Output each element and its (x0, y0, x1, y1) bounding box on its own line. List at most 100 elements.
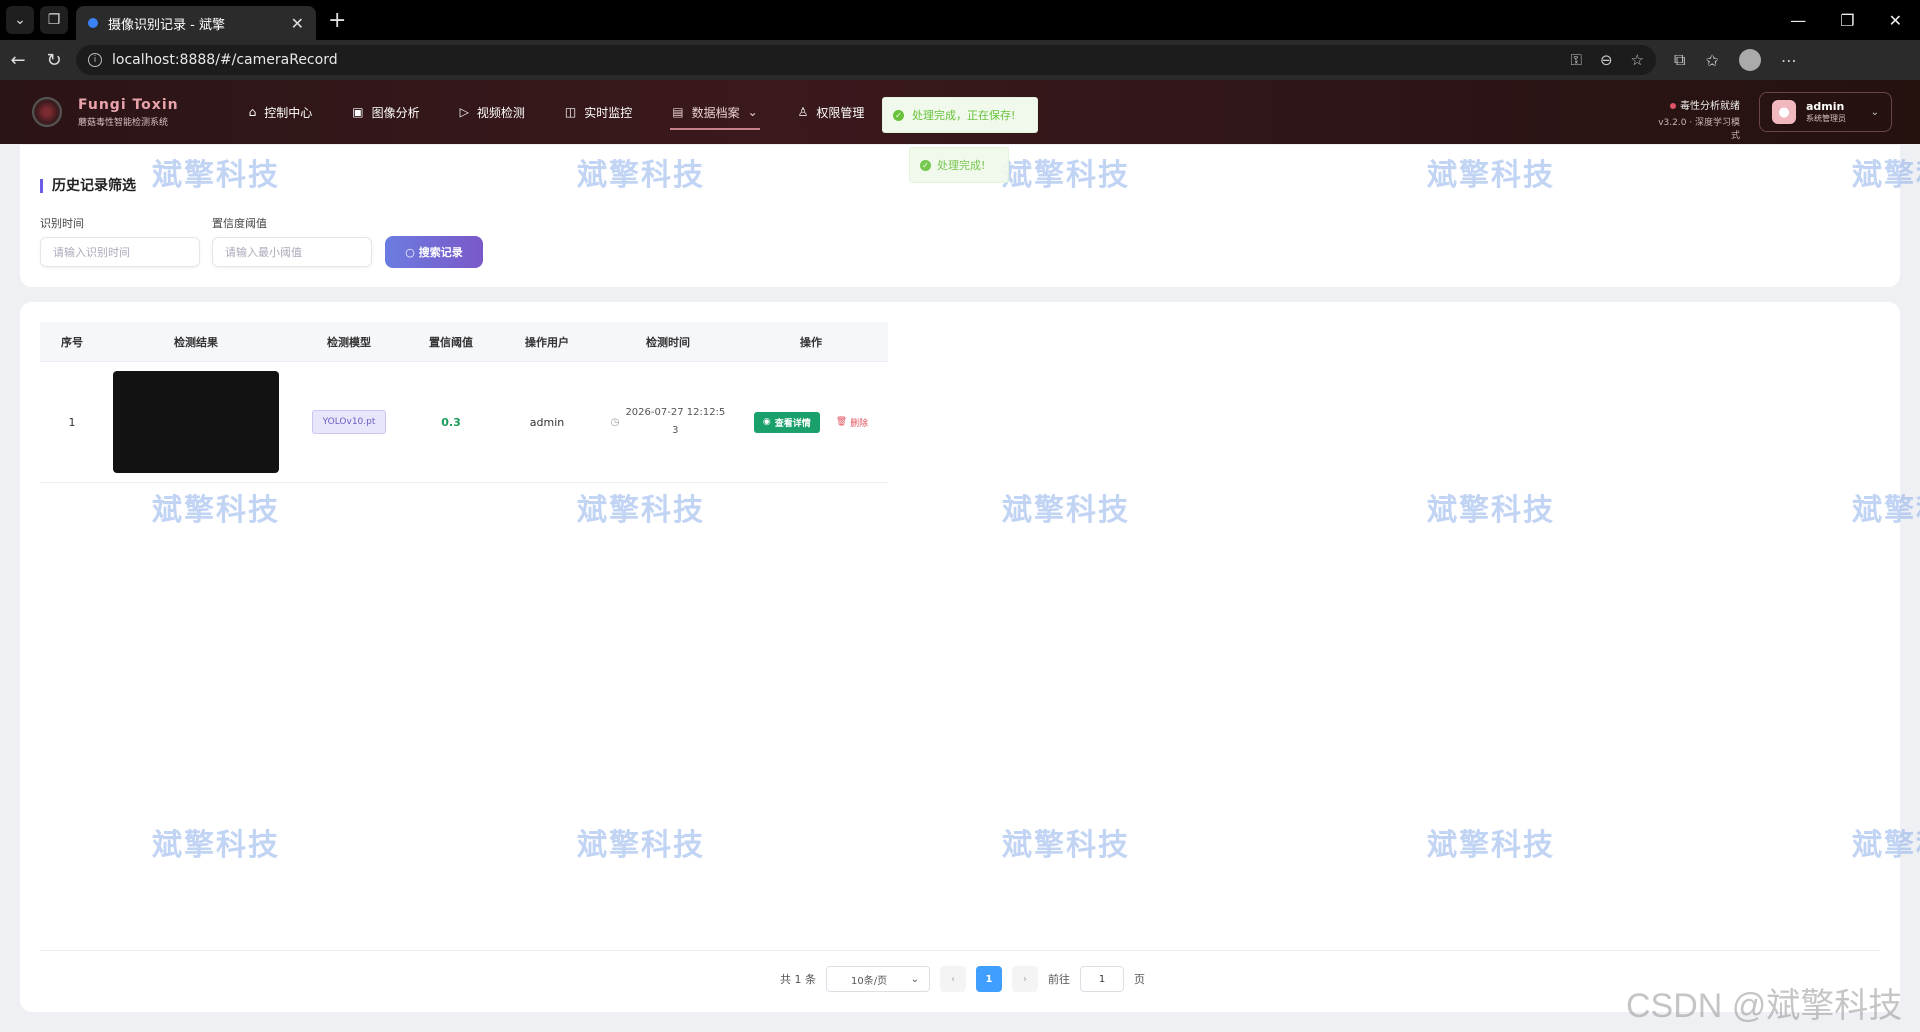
url-field[interactable]: i localhost:8888/#/cameraRecord ⚿ ⊖ ☆ (76, 45, 1656, 75)
close-window-icon[interactable]: ✕ (1889, 11, 1902, 30)
user-icon: ♙ (797, 105, 809, 119)
main-menu: ⌂ 控制中心 ▣ 图像分析 ▷ 视频检测 ◫ 实时监控 ▤ 数据档案 ⌄ ♙ 权… (229, 80, 885, 144)
next-page-button[interactable]: › (1012, 966, 1038, 992)
time-line-1: 2026-07-27 12:12:5 (625, 407, 726, 418)
status-text: 毒性分析就绪 (1680, 101, 1740, 112)
profile-avatar[interactable] (1738, 49, 1761, 71)
page-size-value: 10条/页 (851, 975, 888, 987)
page-size-select[interactable]: 10条/页 ⌄ (826, 966, 930, 992)
col-actions: 操作 (800, 335, 822, 349)
url-text: localhost:8888/#/cameraRecord (112, 52, 338, 68)
camera-icon: ◫ (564, 105, 577, 119)
favicon-icon (88, 18, 98, 28)
delete-label: 删除 (850, 418, 869, 429)
csdn-watermark: CSDN @斌擎科技 (1626, 987, 1903, 1025)
user-name: admin (1806, 100, 1845, 113)
chevron-down-icon: ⌄ (14, 12, 26, 28)
image-icon: ▣ (352, 105, 364, 119)
site-info-icon[interactable]: i (88, 53, 102, 67)
chevron-down-icon: ⌄ (747, 105, 758, 119)
reload-icon[interactable]: ↻ (36, 50, 72, 71)
minimize-icon[interactable]: — (1790, 11, 1806, 30)
clock-icon: ◷ (610, 416, 620, 428)
model-tag: YOLOv10.pt (311, 410, 387, 434)
user-avatar-icon: ● (1772, 100, 1796, 124)
version-text: v3.2.0 · 深度学习模式 (1658, 118, 1740, 141)
new-tab-button[interactable]: + (328, 8, 346, 33)
favorite-star-icon[interactable]: ☆ (1631, 51, 1644, 69)
close-tab-icon[interactable]: ✕ (291, 14, 304, 33)
section-title: 历史记录筛选 (40, 179, 136, 193)
result-thumbnail[interactable] (113, 371, 279, 473)
page-unit-label: 页 (1134, 973, 1145, 986)
menu-item-image-analysis[interactable]: ▣ 图像分析 (332, 80, 439, 144)
table-header: 序号 检测结果 检测模型 置信阈值 操作用户 检测时间 操作 (40, 322, 888, 362)
col-index: 序号 (61, 335, 83, 349)
favorites-icon[interactable]: ✩ (1705, 51, 1718, 70)
delete-button[interactable]: 🗑 删除 (836, 412, 868, 433)
eye-icon: ◉ (762, 417, 771, 427)
menu-label: 权限管理 (816, 105, 865, 120)
records-panel: 序号 检测结果 检测模型 置信阈值 操作用户 检测时间 操作 1 YOLOv10… (20, 302, 1900, 1012)
user-role: 系统管理员 (1806, 114, 1846, 123)
pagination: 共 1 条 10条/页 ⌄ ‹ 1 › 前往 1 页 (780, 966, 1145, 992)
workspaces-button[interactable]: ❐ (40, 6, 68, 34)
browser-tab-bar: ⌄ ❐ 摄像识别记录 - 斌擎 ✕ + — ❐ ✕ (0, 0, 1920, 40)
menu-label: 控制中心 (264, 105, 313, 120)
time-label: 识别时间 (40, 217, 84, 230)
toast-done: ✓ 处理完成! (909, 147, 1009, 183)
check-circle-icon: ✓ (920, 159, 931, 171)
browser-tab-active[interactable]: 摄像识别记录 - 斌擎 ✕ (76, 6, 316, 40)
system-status: 毒性分析就绪 v3.2.0 · 深度学习模式 (1650, 97, 1740, 141)
menu-label: 数据档案 (691, 105, 740, 120)
extensions-icon[interactable]: ⧉ (1674, 50, 1685, 70)
tab-title: 摄像识别记录 - 斌擎 (108, 17, 225, 33)
menu-item-video-detection[interactable]: ▷ 视频检测 (440, 80, 545, 144)
menu-item-dashboard[interactable]: ⌂ 控制中心 (229, 80, 333, 144)
table-row: 1 YOLOv10.pt 0.3 admin ◷ 2026-07-27 12:1… (40, 362, 888, 483)
menu-item-data-archive[interactable]: ▤ 数据档案 ⌄ (652, 80, 777, 144)
check-circle-icon: ✓ (893, 109, 904, 121)
confidence-value: 0.3 (441, 415, 461, 429)
zoom-icon[interactable]: ⊖ (1600, 51, 1613, 69)
row-index: 1 (68, 415, 76, 429)
tab-list-button[interactable]: ⌄ (6, 6, 34, 34)
view-detail-label: 查看详情 (774, 418, 811, 429)
more-icon[interactable]: ⋯ (1781, 51, 1797, 70)
goto-label: 前往 (1048, 973, 1070, 986)
view-detail-button[interactable]: ◉ 查看详情 (753, 411, 820, 433)
toast-text: 处理完成，正在保存! (912, 109, 1016, 122)
trash-icon: 🗑 (835, 417, 848, 427)
search-icon: ○ (405, 245, 415, 259)
col-user: 操作用户 (525, 335, 569, 349)
workspaces-icon: ❐ (47, 12, 61, 28)
user-value: admin (529, 415, 565, 429)
col-result: 检测结果 (174, 335, 218, 349)
chevron-down-icon: ⌄ (1870, 106, 1879, 118)
time-line-2: 3 (672, 425, 679, 436)
menu-label: 视频检测 (476, 105, 525, 120)
page-number-current[interactable]: 1 (976, 966, 1002, 992)
search-button-label: 搜索记录 (418, 246, 463, 259)
play-icon: ▷ (459, 105, 469, 119)
search-button[interactable]: ○ 搜索记录 (385, 236, 483, 268)
prev-page-button[interactable]: ‹ (940, 966, 966, 992)
brand-name: Fungi Toxin (78, 96, 179, 113)
brand: Fungi Toxin 蘑菇毒性智能检测系统 (78, 97, 179, 128)
home-icon: ⌂ (248, 105, 257, 119)
menu-item-permissions[interactable]: ♙ 权限管理 (778, 80, 885, 144)
menu-item-live-monitor[interactable]: ◫ 实时监控 (545, 80, 652, 144)
brand-subtitle: 蘑菇毒性智能检测系统 (78, 117, 169, 128)
confidence-input[interactable]: 请输入最小阈值 (212, 237, 372, 267)
key-icon[interactable]: ⚿ (1571, 51, 1582, 69)
status-dot-icon (1670, 103, 1676, 109)
time-input[interactable]: 请输入识别时间 (40, 237, 200, 267)
user-menu[interactable]: ● admin 系统管理员 ⌄ (1759, 92, 1892, 132)
app-logo[interactable] (32, 97, 62, 127)
goto-page-input[interactable]: 1 (1080, 966, 1124, 992)
col-confidence: 置信阈值 (429, 335, 473, 349)
back-icon[interactable]: ← (0, 50, 36, 71)
confidence-label: 置信度阈值 (212, 217, 267, 230)
restore-icon[interactable]: ❐ (1840, 11, 1854, 30)
time-cell: ◷ 2026-07-27 12:12:5 3 (611, 404, 726, 440)
